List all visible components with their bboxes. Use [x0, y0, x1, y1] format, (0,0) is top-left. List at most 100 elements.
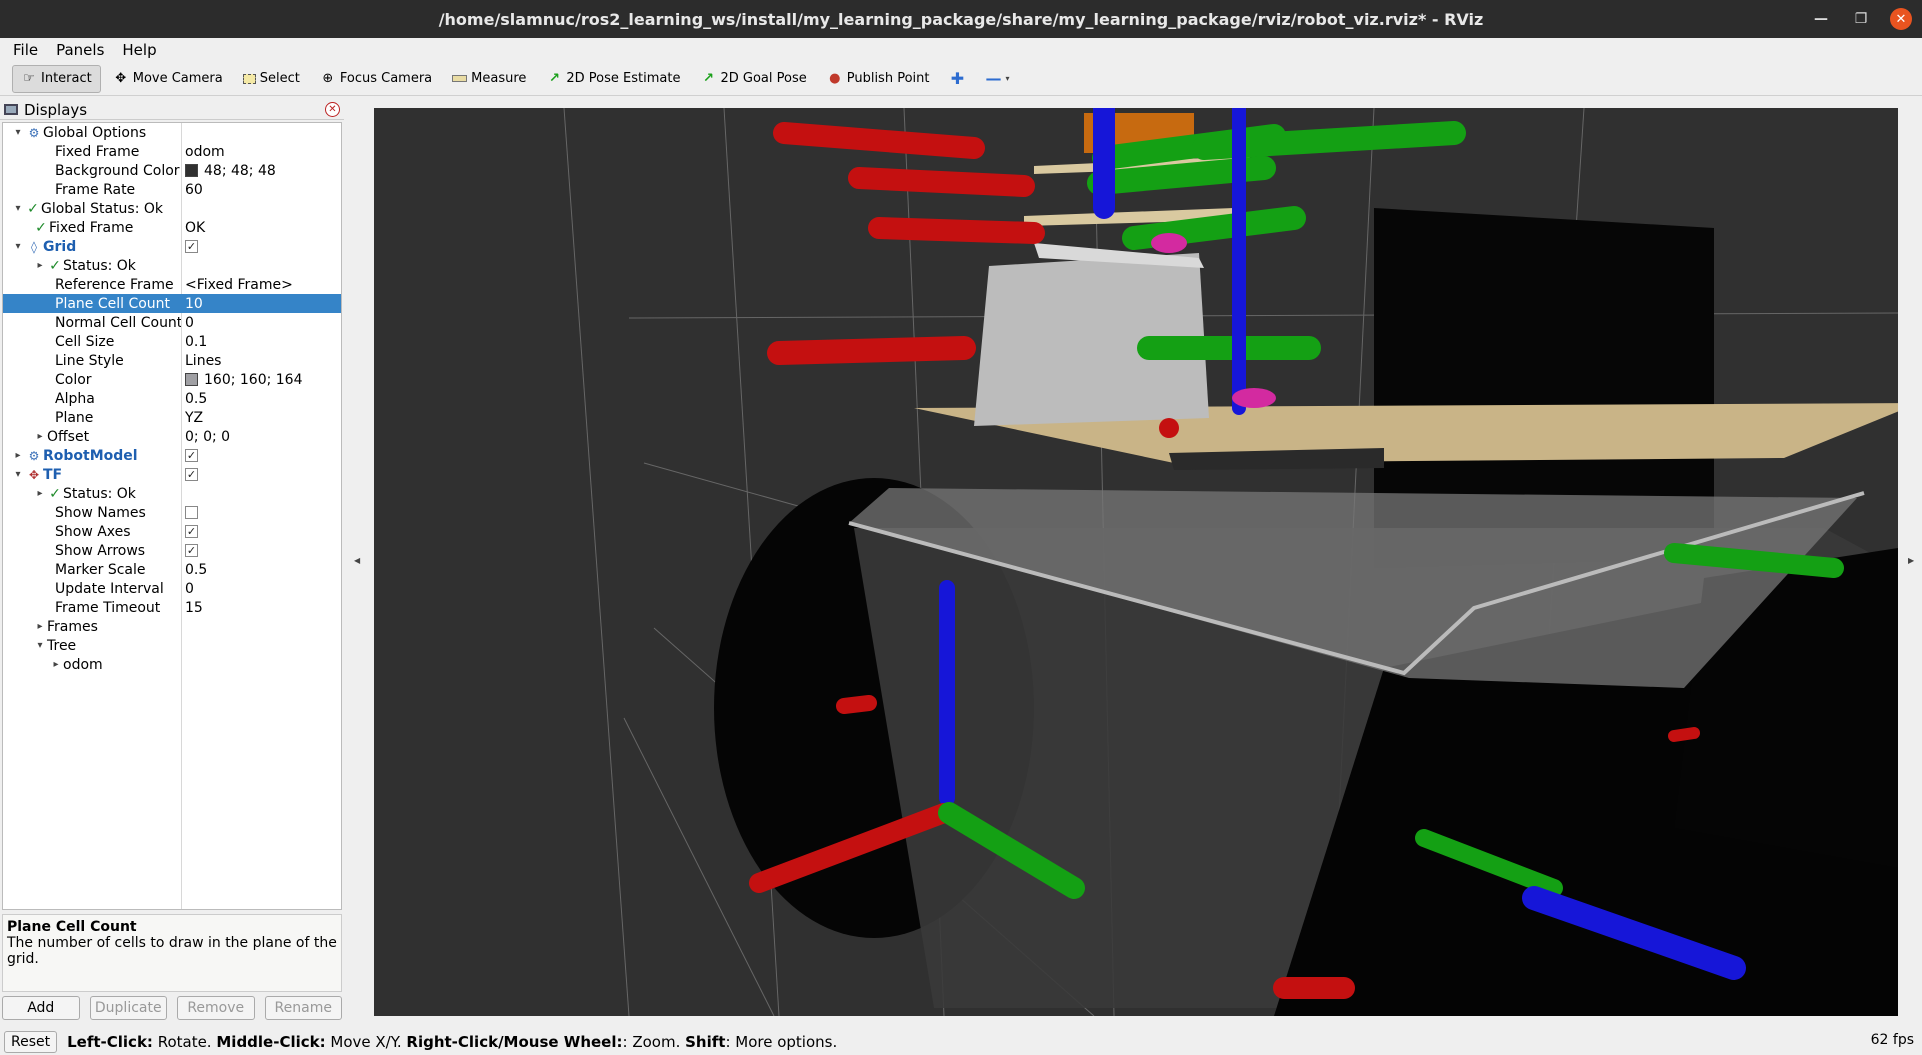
tree-row-update-interval[interactable]: Update Interval 0 — [3, 579, 341, 598]
row-value[interactable]: 0.5 — [185, 391, 207, 407]
axis-origin-marker — [1159, 418, 1179, 438]
tree-row-grid[interactable]: ▾ ◊ Grid ✓ — [3, 237, 341, 256]
row-value[interactable]: Lines — [185, 353, 221, 369]
tree-row-marker-scale[interactable]: Marker Scale 0.5 — [3, 560, 341, 579]
tree-row-frames[interactable]: ▸ Frames — [3, 617, 341, 636]
move-camera-label: Move Camera — [132, 71, 223, 86]
tree-row-offset[interactable]: ▸ Offset 0; 0; 0 — [3, 427, 341, 446]
tree-row-color[interactable]: Color 160; 160; 164 — [3, 370, 341, 389]
tree-row-plane-cell-count[interactable]: Plane Cell Count 10 — [3, 294, 341, 313]
expand-arrow-icon[interactable]: ▸ — [11, 450, 25, 461]
tf-enabled-checkbox[interactable]: ✓ — [185, 468, 198, 481]
show-axes-checkbox[interactable]: ✓ — [185, 525, 198, 538]
measure-tool-button[interactable]: Measure — [444, 65, 534, 93]
collapse-arrow-icon[interactable]: ▾ — [11, 469, 25, 480]
collapse-left-panel-icon[interactable]: ◀ — [354, 556, 360, 565]
row-value[interactable]: 60 — [185, 182, 203, 198]
tree-row-frame-timeout[interactable]: Frame Timeout 15 — [3, 598, 341, 617]
close-icon[interactable]: ✕ — [1890, 8, 1912, 30]
panel-close-icon[interactable]: ✕ — [325, 102, 340, 117]
show-arrows-checkbox[interactable]: ✓ — [185, 544, 198, 557]
color-swatch[interactable] — [185, 373, 198, 386]
show-names-checkbox[interactable] — [185, 506, 198, 519]
row-label: Show Arrows — [55, 542, 146, 559]
remove-tool-button[interactable]: — ▾ — [977, 65, 1017, 93]
expand-arrow-icon[interactable]: ▸ — [33, 431, 47, 442]
tree-row-tf[interactable]: ▾ ✥ TF ✓ — [3, 465, 341, 484]
menu-panels[interactable]: Panels — [49, 41, 111, 59]
row-value[interactable]: 0; 0; 0 — [185, 429, 230, 445]
row-value[interactable]: 10 — [185, 296, 203, 312]
expand-arrow-icon[interactable]: ▸ — [33, 488, 47, 499]
color-swatch[interactable] — [185, 164, 198, 177]
expand-arrow-icon[interactable]: ▸ — [33, 260, 47, 271]
tree-row-background-color[interactable]: Background Color 48; 48; 48 — [3, 161, 341, 180]
window-titlebar: /home/slamnuc/ros2_learning_ws/install/m… — [0, 0, 1922, 38]
tree-row-normal-cell-count[interactable]: Normal Cell Count 0 — [3, 313, 341, 332]
move-camera-tool-button[interactable]: ✥ Move Camera — [105, 65, 231, 93]
row-value[interactable]: <Fixed Frame> — [185, 277, 293, 293]
collapse-arrow-icon[interactable]: ▾ — [33, 640, 47, 651]
dropdown-caret-icon[interactable]: ▾ — [1005, 74, 1009, 83]
tree-row-global-status[interactable]: ▾ ✓ Global Status: Ok — [3, 199, 341, 218]
maximize-icon[interactable]: ❐ — [1850, 8, 1872, 30]
pose-estimate-tool-button[interactable]: ↗ 2D Pose Estimate — [538, 65, 688, 93]
tree-row-line-style[interactable]: Line Style Lines — [3, 351, 341, 370]
rename-button[interactable]: Rename — [264, 996, 342, 1020]
collapse-arrow-icon[interactable]: ▾ — [11, 127, 25, 138]
tree-row-tree[interactable]: ▾ Tree — [3, 636, 341, 655]
tree-row-alpha[interactable]: Alpha 0.5 — [3, 389, 341, 408]
tree-row-frame-rate[interactable]: Frame Rate 60 — [3, 180, 341, 199]
row-value[interactable]: 15 — [185, 600, 203, 616]
row-label: Marker Scale — [55, 561, 146, 578]
tree-row-fixed-frame[interactable]: Fixed Frame odom — [3, 142, 341, 161]
publish-point-tool-button[interactable]: ● Publish Point — [819, 65, 938, 93]
tree-row-plane[interactable]: Plane YZ — [3, 408, 341, 427]
row-label: Plane — [55, 409, 94, 426]
window-title: /home/slamnuc/ros2_learning_ws/install/m… — [438, 9, 1484, 29]
row-value[interactable]: odom — [185, 144, 225, 160]
minimize-icon[interactable]: — — [1810, 8, 1832, 30]
tree-row-grid-status[interactable]: ▸ ✓ Status: Ok — [3, 256, 341, 275]
row-value[interactable]: 0 — [185, 581, 194, 597]
duplicate-button[interactable]: Duplicate — [89, 996, 167, 1020]
row-value[interactable]: YZ — [185, 410, 203, 426]
add-button[interactable]: Add — [2, 996, 80, 1020]
row-value[interactable]: 160; 160; 164 — [204, 372, 303, 388]
expand-arrow-icon[interactable]: ▸ — [49, 659, 63, 670]
goal-pose-tool-button[interactable]: ↗ 2D Goal Pose — [692, 65, 814, 93]
row-value[interactable]: 0.1 — [185, 334, 207, 350]
tree-row-show-axes[interactable]: Show Axes ✓ — [3, 522, 341, 541]
tree-row-global-options[interactable]: ▾ ⚙ Global Options — [3, 123, 341, 142]
expand-arrow-icon[interactable]: ▸ — [33, 621, 47, 632]
collapse-right-panel-icon[interactable]: ▶ — [1908, 556, 1914, 565]
remove-button[interactable]: Remove — [177, 996, 255, 1020]
reset-button[interactable]: Reset — [4, 1030, 58, 1053]
tree-row-tf-status[interactable]: ▸ ✓ Status: Ok — [3, 484, 341, 503]
collapse-arrow-icon[interactable]: ▾ — [11, 241, 25, 252]
focus-camera-tool-button[interactable]: ⊕ Focus Camera — [312, 65, 440, 93]
interact-label: Interact — [41, 71, 92, 86]
row-value[interactable]: 0 — [185, 315, 194, 331]
tree-row-fixed-frame-status[interactable]: ✓ Fixed Frame OK — [3, 218, 341, 237]
row-value[interactable]: 0.5 — [185, 562, 207, 578]
interact-tool-button[interactable]: ☞ Interact — [12, 64, 101, 93]
grid-enabled-checkbox[interactable]: ✓ — [185, 240, 198, 253]
add-tool-button[interactable]: ✚ — [941, 65, 973, 93]
row-value[interactable]: 48; 48; 48 — [204, 163, 276, 179]
robot-model-enabled-checkbox[interactable]: ✓ — [185, 449, 198, 462]
render-viewport[interactable] — [374, 108, 1898, 1016]
tree-row-reference-frame[interactable]: Reference Frame <Fixed Frame> — [3, 275, 341, 294]
window-controls: — ❐ ✕ — [1810, 8, 1912, 30]
tree-row-cell-size[interactable]: Cell Size 0.1 — [3, 332, 341, 351]
tree-row-show-arrows[interactable]: Show Arrows ✓ — [3, 541, 341, 560]
green-goal-arrow-icon: ↗ — [703, 71, 714, 86]
tree-row-show-names[interactable]: Show Names — [3, 503, 341, 522]
menu-file[interactable]: File — [6, 41, 45, 59]
menu-help[interactable]: Help — [115, 41, 163, 59]
tree-row-robot-model[interactable]: ▸ ⚙ RobotModel ✓ — [3, 446, 341, 465]
row-label: Reference Frame — [55, 276, 174, 293]
select-tool-button[interactable]: Select — [235, 65, 308, 93]
tree-row-odom[interactable]: ▸ odom — [3, 655, 341, 674]
collapse-arrow-icon[interactable]: ▾ — [11, 203, 25, 214]
